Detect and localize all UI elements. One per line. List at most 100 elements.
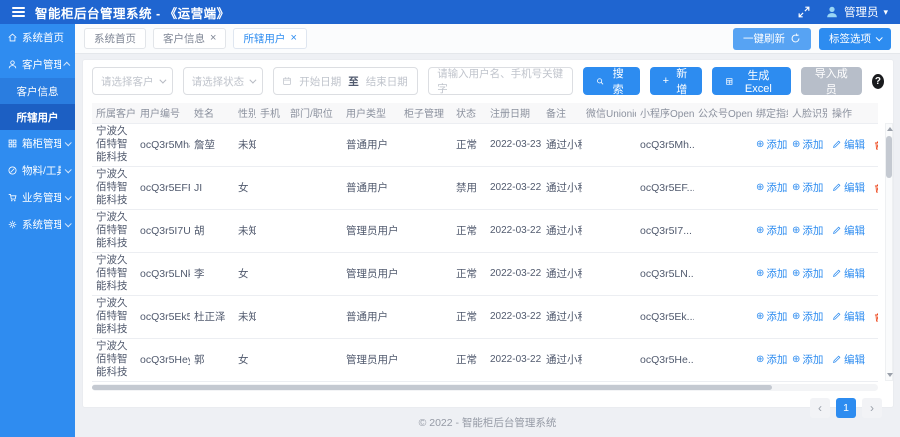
cell-reg-date: 2022-03-22 <box>486 166 542 210</box>
chevron-down-icon <box>249 76 257 84</box>
add-face-link[interactable]: ⊕ 添加 <box>792 223 823 238</box>
horizontal-scrollbar[interactable] <box>92 383 878 391</box>
keyword-input[interactable]: 请输入用户名、手机号关键字 <box>428 67 574 95</box>
cell-phone <box>256 295 286 339</box>
scroll-up-arrow[interactable] <box>887 127 893 131</box>
refresh-all-button[interactable]: 一键刷新 <box>733 27 811 50</box>
add-fingerprint-link[interactable]: ⊕ 添加 <box>756 266 787 281</box>
add-face-link[interactable]: ⊕ 添加 <box>792 266 823 281</box>
cell-name: 李 <box>190 252 234 296</box>
cell-gender: 女 <box>234 252 256 296</box>
edit-link[interactable]: 编辑 <box>832 266 865 281</box>
cell-phone <box>256 252 286 296</box>
cell-gender: 未知 <box>234 209 256 253</box>
cell-mini-openid: ocQ3r5Ek... <box>636 295 694 339</box>
sidebar-item-system[interactable]: 系统管理 <box>0 211 75 238</box>
compass-icon <box>8 166 17 175</box>
tab-customer-info[interactable]: 客户信息 × <box>153 28 227 49</box>
generate-excel-button[interactable]: 生成Excel <box>712 67 791 95</box>
content-card: 请选择客户 请选择状态 开始日期 至 结束日期 请输入用户名、手机号关键字 搜索… <box>83 60 893 418</box>
add-face-link[interactable]: ⊕ 添加 <box>792 309 823 324</box>
sidebar-item-home[interactable]: 系统首页 <box>0 24 75 51</box>
tag-options-button[interactable]: 标签选项 <box>819 27 891 50</box>
edit-link[interactable]: 编辑 <box>832 309 865 324</box>
cell-phone <box>256 122 286 167</box>
date-separator: 至 <box>348 75 359 88</box>
add-face-link[interactable]: ⊕ 添加 <box>792 180 823 195</box>
table-row: 宁波久佰特智能科技 ocQ3r5Ek58... 杜正泽 未知 普通用户 正常 2… <box>92 295 878 339</box>
sidebar-subitem-managed-users[interactable]: 所辖用户 <box>0 104 75 130</box>
delete-icon[interactable] <box>873 312 878 323</box>
pencil-icon <box>833 140 841 149</box>
grid-icon <box>8 139 17 148</box>
add-button[interactable]: + 新增 <box>649 67 703 96</box>
sidebar-item-label: 系统首页 <box>22 32 64 44</box>
cell-user-no: ocQ3r5LNk9... <box>136 252 190 296</box>
pencil-icon <box>833 312 841 321</box>
customer-select[interactable]: 请选择客户 <box>92 67 173 95</box>
horizontal-scroll-thumb[interactable] <box>92 384 772 390</box>
col-mp-openid: 公众号Openid <box>694 103 752 123</box>
sidebar-item-business[interactable]: 业务管理 <box>0 184 75 211</box>
cell-unionid <box>582 252 636 296</box>
tab-managed-users[interactable]: 所辖用户 × <box>233 28 307 49</box>
user-menu[interactable]: 管理员 ▾ <box>825 4 888 20</box>
delete-icon[interactable] <box>873 140 878 151</box>
search-icon <box>597 77 604 85</box>
cell-cabinet <box>400 252 452 296</box>
status-select[interactable]: 请选择状态 <box>182 67 264 95</box>
edit-link[interactable]: 编辑 <box>832 223 865 238</box>
add-face-link[interactable]: ⊕ 添加 <box>792 352 823 367</box>
scroll-down-arrow[interactable] <box>887 373 893 377</box>
pencil-icon <box>833 355 841 364</box>
add-circle-icon: ⊕ <box>792 138 801 150</box>
col-mini-openid: 小程序Openid <box>636 103 694 123</box>
import-members-button[interactable]: 导入成员 <box>800 67 862 96</box>
sidebar-item-label: 物料/工具 <box>22 165 61 177</box>
table-row: 宁波久佰特智能科技 ocQ3r5I7UP... 胡 未知 管理员用户 正常 20… <box>92 209 878 253</box>
generate-excel-label: 生成Excel <box>744 70 772 95</box>
date-start-placeholder: 开始日期 <box>299 75 342 88</box>
add-fingerprint-link[interactable]: ⊕ 添加 <box>756 352 787 367</box>
topbar: 智能柜后台管理系统 - 《运营端》 管理员 ▾ <box>0 0 900 24</box>
help-icon[interactable]: ? <box>871 73 884 89</box>
cell-remark: 通过小程序申... <box>542 338 582 382</box>
date-range-picker[interactable]: 开始日期 至 结束日期 <box>273 67 419 95</box>
vertical-scroll-thumb[interactable] <box>886 136 892 178</box>
sidebar-item-materials[interactable]: 物料/工具 <box>0 157 75 184</box>
vertical-scrollbar[interactable] <box>885 123 893 381</box>
tab-bar: 系统首页 客户信息 × 所辖用户 × 一键刷新 标签选项 <box>75 24 900 54</box>
sidebar-subitem-label: 所辖用户 <box>16 111 59 124</box>
add-fingerprint-link[interactable]: ⊕ 添加 <box>756 309 787 324</box>
search-button[interactable]: 搜索 <box>583 67 640 96</box>
delete-icon[interactable] <box>873 183 878 194</box>
cell-user-type: 普通用户 <box>342 166 400 210</box>
close-icon[interactable]: × <box>210 33 216 44</box>
cell-reg-date: 2022-03-22 <box>486 338 542 382</box>
col-reg-date: 注册日期 <box>486 103 542 123</box>
tab-home[interactable]: 系统首页 <box>84 28 146 49</box>
cell-unionid <box>582 295 636 339</box>
add-circle-icon: ⊕ <box>792 181 801 193</box>
cell-remark: 通过小程序申... <box>542 295 582 339</box>
fullscreen-icon[interactable] <box>797 5 811 19</box>
cell-mp-openid <box>694 166 752 210</box>
add-fingerprint-link[interactable]: ⊕ 添加 <box>756 137 787 152</box>
close-icon[interactable]: × <box>290 33 296 44</box>
cell-user-type: 管理员用户 <box>342 252 400 296</box>
cell-gender: 未知 <box>234 122 256 167</box>
excel-icon <box>726 77 733 85</box>
edit-link[interactable]: 编辑 <box>832 137 865 152</box>
copyright-footer: © 2022 - 智能柜后台管理系统 <box>418 417 557 429</box>
main-area: 系统首页 客户信息 × 所辖用户 × 一键刷新 标签选项 请选择客户 请选择状态… <box>75 24 900 437</box>
add-fingerprint-link[interactable]: ⊕ 添加 <box>756 223 787 238</box>
sidebar-subitem-customer-info[interactable]: 客户信息 <box>0 78 75 104</box>
sidebar-item-customers[interactable]: 客户管理 <box>0 51 75 78</box>
edit-link[interactable]: 编辑 <box>832 352 865 367</box>
sidebar-item-cabinets[interactable]: 箱柜管理 <box>0 130 75 157</box>
edit-link[interactable]: 编辑 <box>832 180 865 195</box>
add-fingerprint-link[interactable]: ⊕ 添加 <box>756 180 787 195</box>
status-select-placeholder: 请选择状态 <box>191 75 245 88</box>
menu-collapse-icon[interactable] <box>12 7 25 17</box>
add-face-link[interactable]: ⊕ 添加 <box>792 137 823 152</box>
